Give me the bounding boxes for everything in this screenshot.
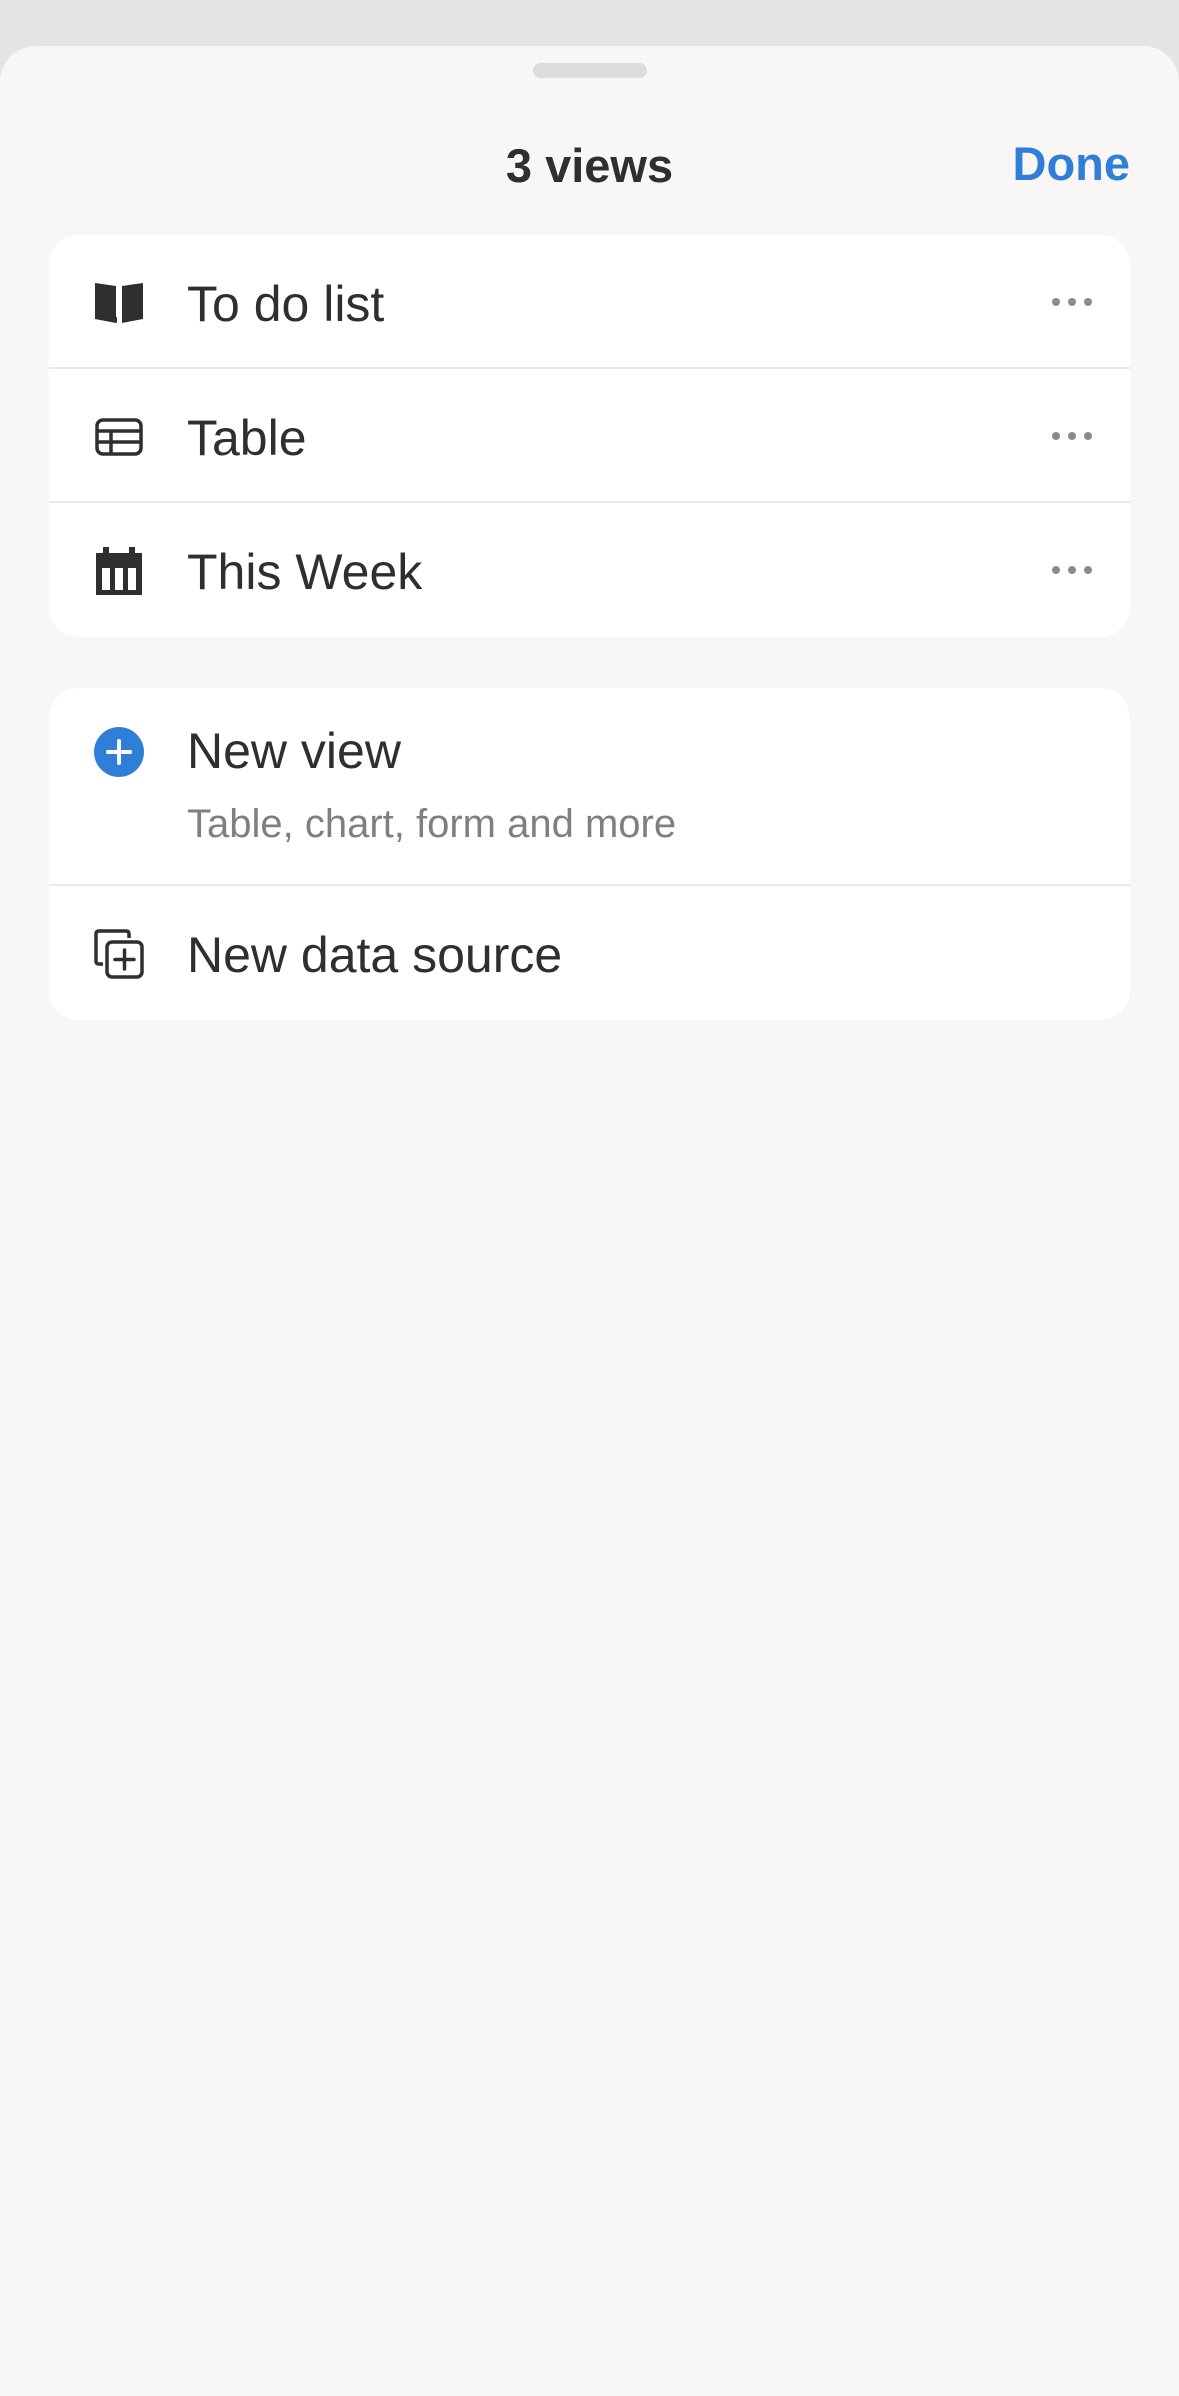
views-list: To do list Table This Week (49, 235, 1130, 637)
view-item-this-week[interactable]: This Week (49, 503, 1130, 637)
sheet-title: 3 views (505, 139, 674, 192)
view-item-table[interactable]: Table (49, 369, 1130, 503)
new-data-source-label: New data source (187, 927, 563, 983)
more-options-icon[interactable] (1050, 282, 1094, 322)
done-button[interactable]: Done (1013, 136, 1131, 191)
new-data-source-button[interactable]: New data source (49, 886, 1130, 1020)
new-view-label: New view (187, 723, 401, 779)
new-view-description: Table, chart, form and more (187, 802, 677, 846)
more-options-icon[interactable] (1050, 416, 1094, 456)
view-item-label: Table (187, 410, 307, 466)
view-item-to-do-list[interactable]: To do list (49, 235, 1130, 369)
calendar-icon (93, 545, 145, 597)
view-actions: New view Table, chart, form and more New… (49, 688, 1130, 1020)
new-view-button[interactable]: New view Table, chart, form and more (49, 688, 1130, 886)
table-icon (93, 411, 145, 463)
view-item-label: To do list (187, 276, 385, 332)
view-item-label: This Week (187, 544, 423, 600)
plus-circle-icon (93, 726, 145, 778)
duplicate-plus-icon (93, 928, 145, 980)
sheet-grabber[interactable] (533, 63, 647, 78)
book-open-icon (93, 277, 145, 329)
more-options-icon[interactable] (1050, 550, 1094, 590)
